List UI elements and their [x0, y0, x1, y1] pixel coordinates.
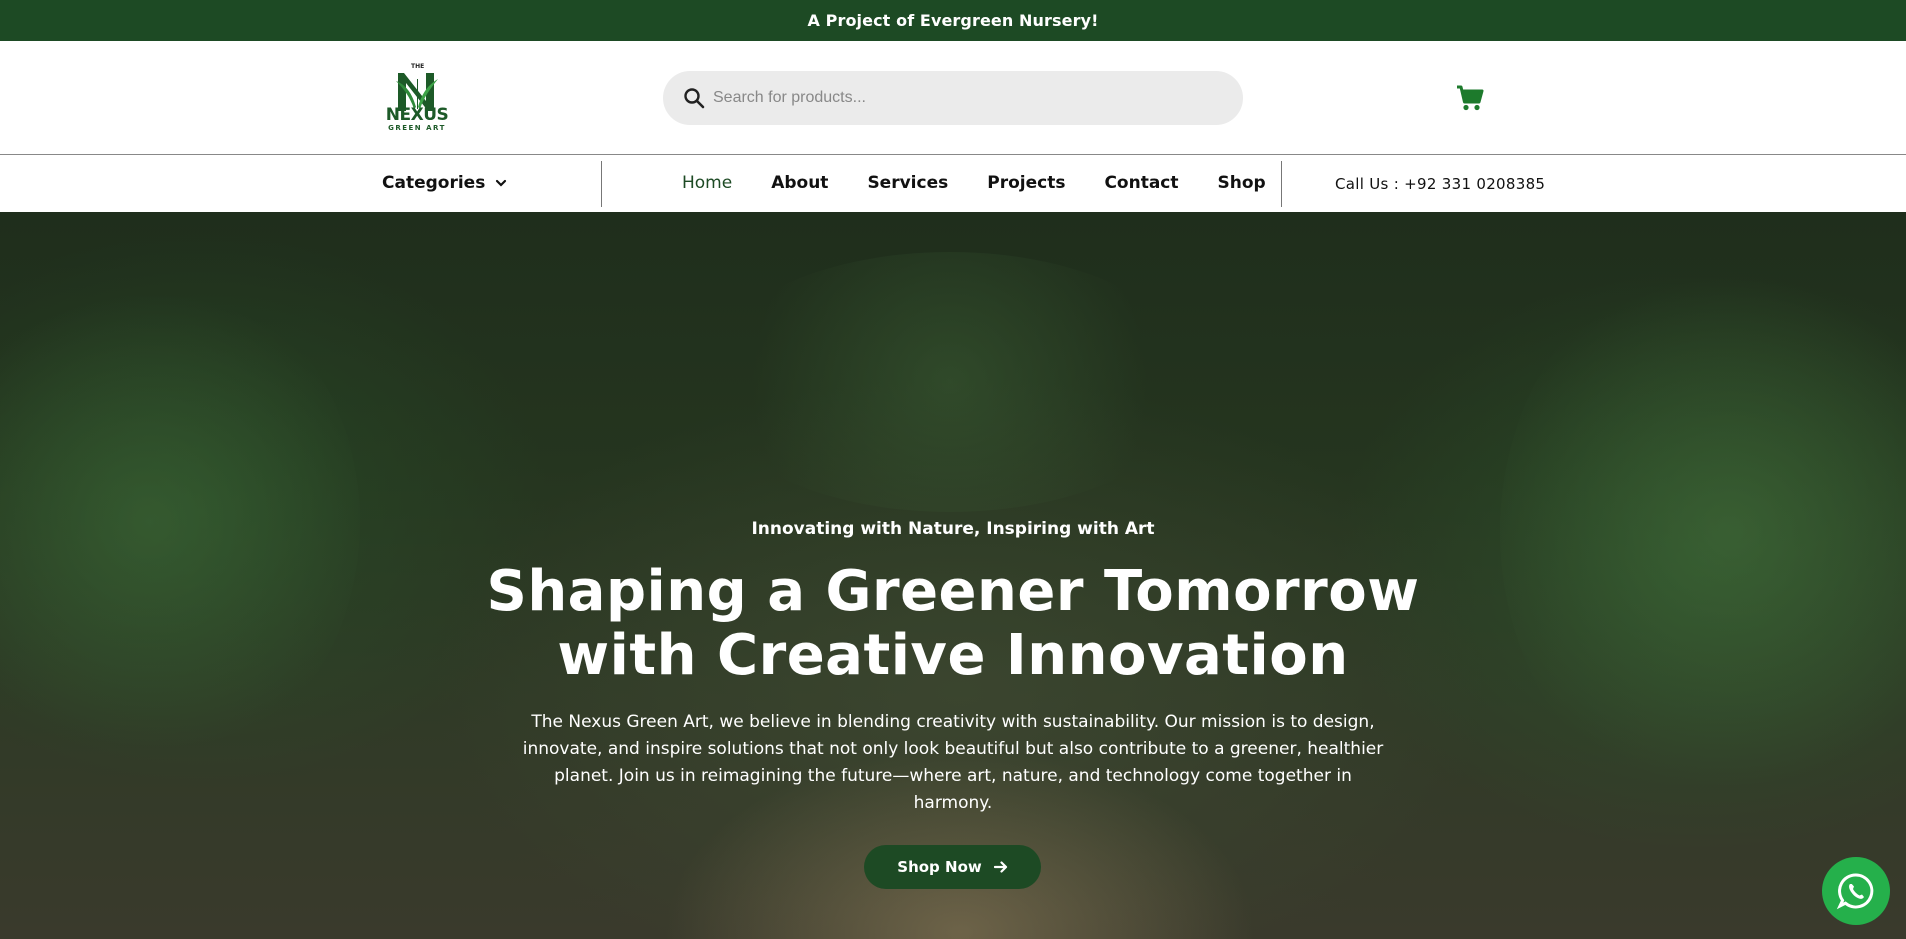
logo-tagline: GREEN ART [388, 124, 446, 132]
nav-menu: Home About Services Projects Contact Sho… [682, 173, 1305, 193]
main-navigation: Categories Home About Services Projects … [0, 156, 1906, 212]
announcement-bar: A Project of Evergreen Nursery! [0, 0, 1906, 41]
announcement-text: A Project of Evergreen Nursery! [807, 11, 1099, 30]
hero-title-line2: with Creative Innovation [557, 623, 1349, 688]
logo-name: NEXUS [385, 105, 449, 125]
shop-now-button[interactable]: Shop Now [864, 845, 1041, 889]
hero-subtitle: Innovating with Nature, Inspiring with A… [751, 519, 1155, 539]
nav-item-about[interactable]: About [771, 173, 828, 193]
nav-item-home[interactable]: Home [682, 173, 732, 193]
whatsapp-button[interactable] [1822, 857, 1890, 925]
search-icon [684, 88, 705, 109]
nav-divider [1281, 161, 1282, 207]
site-header: THE NEXUS GREEN ART [0, 41, 1906, 155]
cart-icon[interactable] [1456, 85, 1484, 111]
hero-title-line1: Shaping a Greener Tomorrow [486, 559, 1420, 624]
site-logo[interactable]: THE NEXUS GREEN ART [382, 61, 452, 135]
call-us-phone[interactable]: Call Us : +92 331 0208385 [1335, 175, 1545, 193]
arrow-right-icon [993, 861, 1007, 873]
nav-item-shop[interactable]: Shop [1218, 173, 1266, 193]
nav-item-services[interactable]: Services [867, 173, 948, 193]
categories-label: Categories [382, 173, 486, 193]
search-input[interactable] [713, 71, 1213, 125]
hero-title: Shaping a Greener Tomorrow with Creative… [453, 560, 1453, 688]
shop-now-label: Shop Now [897, 858, 982, 876]
categories-dropdown[interactable]: Categories [382, 173, 507, 193]
nav-divider [601, 161, 602, 207]
hero-description: The Nexus Green Art, we believe in blend… [522, 712, 1384, 813]
chevron-down-icon [496, 179, 507, 187]
nav-item-contact[interactable]: Contact [1104, 173, 1178, 193]
nav-item-projects[interactable]: Projects [987, 173, 1065, 193]
hero-banner: Innovating with Nature, Inspiring with A… [0, 212, 1906, 939]
foliage-top [700, 252, 1200, 512]
search-bar[interactable] [663, 71, 1243, 125]
whatsapp-icon [1836, 873, 1874, 910]
